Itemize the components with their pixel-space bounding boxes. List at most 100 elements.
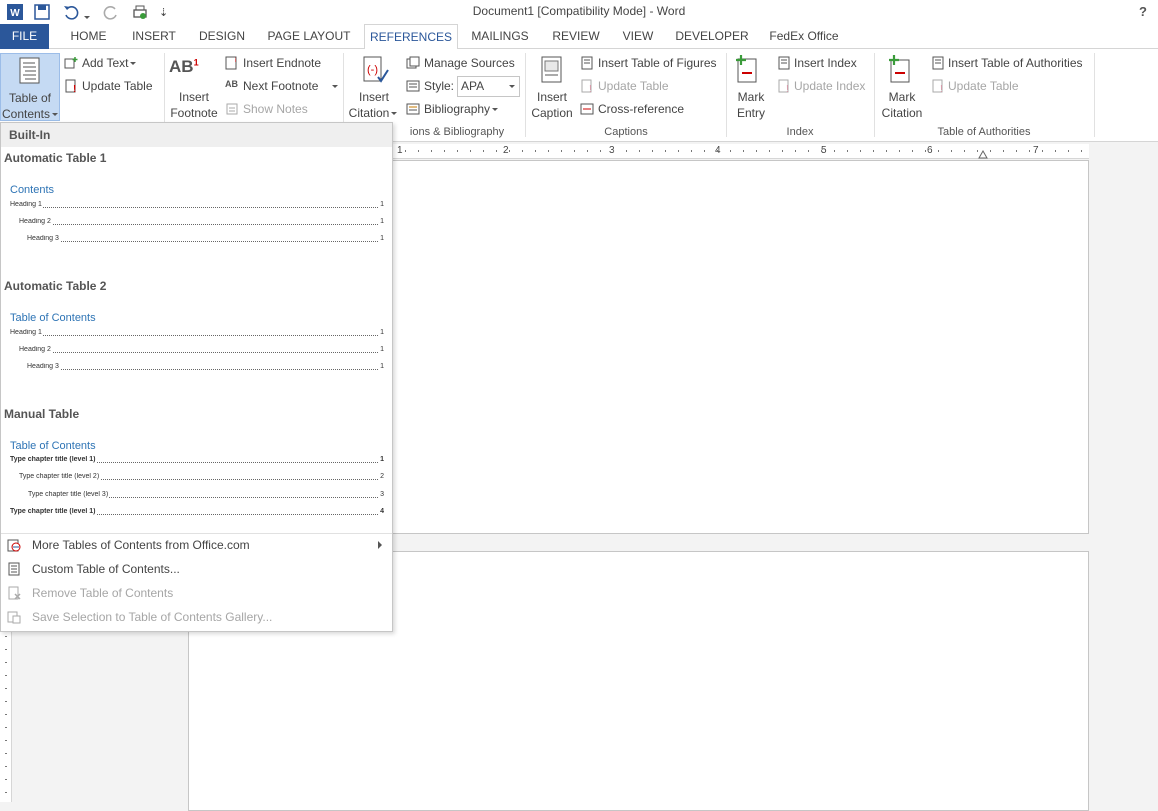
- gallery-item-automatic-table-1[interactable]: Automatic Table 1 Contents Heading 11 He…: [1, 147, 392, 273]
- insert-citation-label-2: Citation: [348, 106, 390, 120]
- ruler-tick: [5, 649, 7, 650]
- insert-caption-icon: [541, 56, 562, 83]
- ruler-tick: [600, 150, 601, 152]
- ruler-tick: [561, 150, 562, 152]
- ruler-tick: [899, 150, 900, 152]
- table-of-contents-icon: [19, 57, 40, 84]
- insert-caption-label-1[interactable]: Insert: [528, 89, 576, 105]
- mark-citation-label-1[interactable]: Mark: [876, 89, 928, 105]
- insert-index-button[interactable]: Insert Index: [794, 56, 857, 70]
- tab-fedex-office[interactable]: FedEx Office: [764, 24, 844, 49]
- tab-page-layout[interactable]: PAGE LAYOUT: [262, 24, 356, 49]
- update-table-icon: !: [65, 79, 76, 93]
- tab-file[interactable]: FILE: [0, 24, 49, 49]
- ruler-tick: [860, 150, 861, 152]
- manage-sources-button[interactable]: Manage Sources: [424, 56, 515, 70]
- tab-developer[interactable]: DEVELOPER: [672, 24, 752, 49]
- remove-table-of-contents-menu-item[interactable]: Remove Table of Contents: [1, 582, 392, 604]
- ruler-tick: [834, 150, 835, 152]
- insert-caption-label-2[interactable]: Caption: [526, 105, 578, 121]
- ruler-tick: [431, 150, 432, 152]
- tab-mailings[interactable]: MAILINGS: [464, 24, 536, 49]
- remove-toc-icon: [8, 586, 21, 600]
- toa-group-label: Table of Authorities: [937, 126, 1031, 138]
- index-group-label: Index: [786, 126, 814, 138]
- update-index-icon: !: [778, 79, 789, 93]
- show-notes-button[interactable]: Show Notes: [243, 102, 308, 116]
- gallery-section-builtin: Built-In: [1, 123, 392, 147]
- insert-endnote-button[interactable]: Insert Endnote: [243, 56, 321, 70]
- captions-update-table-button[interactable]: Update Table: [598, 79, 669, 93]
- gallery-item-manual-table[interactable]: Manual Table Table of Contents Type chap…: [1, 403, 392, 523]
- svg-text:(-): (-): [367, 64, 378, 76]
- gallery-item-automatic-table-2[interactable]: Automatic Table 2 Table of Contents Head…: [1, 275, 392, 401]
- svg-text:!: !: [73, 84, 76, 93]
- ruler-tick: [418, 150, 419, 152]
- insert-citation-label-1[interactable]: Insert: [348, 89, 400, 105]
- custom-table-of-contents-menu-item[interactable]: Custom Table of Contents...: [1, 558, 392, 580]
- ruler-tick: [444, 150, 445, 152]
- bibliography-button[interactable]: Bibliography: [424, 102, 499, 116]
- insert-table-of-authorities-button[interactable]: Insert Table of Authorities: [948, 56, 1083, 70]
- style-select[interactable]: APA: [457, 76, 520, 97]
- horizontal-ruler[interactable]: 1 2 3 4 5 6 7: [392, 144, 1089, 159]
- style-icon: [406, 80, 420, 92]
- ruler-tick: [1003, 150, 1004, 152]
- tab-insert[interactable]: INSERT: [126, 24, 182, 49]
- insert-index-icon: [778, 56, 790, 70]
- ruler-tick: [5, 792, 7, 793]
- menu-item-label: Save Selection to Table of Contents Gall…: [32, 610, 273, 624]
- tab-view[interactable]: VIEW: [616, 24, 660, 49]
- help-icon[interactable]: ?: [1139, 4, 1147, 19]
- ruler-tick: [691, 150, 692, 152]
- ruler-tick: [808, 150, 809, 152]
- vertical-ruler[interactable]: [0, 632, 12, 802]
- next-footnote-button[interactable]: Next Footnote: [243, 79, 339, 93]
- ruler-number: 2: [503, 145, 509, 156]
- insert-table-of-figures-button[interactable]: Insert Table of Figures: [598, 56, 717, 70]
- style-label: Style:: [424, 79, 455, 93]
- update-table-button[interactable]: Update Table: [82, 79, 153, 93]
- tab-design[interactable]: DESIGN: [192, 24, 252, 49]
- toc-label-2: Contents: [1, 107, 51, 121]
- ruler-tick: [1055, 150, 1056, 152]
- ruler-tick: [756, 150, 757, 152]
- ruler-tick: [587, 150, 588, 152]
- bibliography-icon: [406, 103, 420, 115]
- insert-footnote-label-1[interactable]: Insert: [166, 89, 222, 105]
- more-tables-of-contents-menu-item[interactable]: More Tables of Contents from Office.com: [1, 534, 392, 556]
- gallery-item-title: Automatic Table 1: [4, 151, 107, 165]
- toa-update-table-button[interactable]: Update Table: [948, 79, 1019, 93]
- ruler-tick: [522, 150, 523, 152]
- ruler-tick: [1016, 150, 1017, 152]
- mark-entry-label-2[interactable]: Entry: [728, 105, 774, 121]
- ruler-tick: [951, 150, 952, 152]
- toc-label-1: Table of: [8, 91, 52, 105]
- mark-citation-label-2[interactable]: Citation: [874, 105, 930, 121]
- save-selection-to-gallery-menu-item[interactable]: Save Selection to Table of Contents Gall…: [1, 606, 392, 628]
- ruler-number: 1: [397, 145, 403, 156]
- table-of-contents-gallery: Built-In Automatic Table 1 Contents Head…: [0, 122, 393, 632]
- ruler-tick: [769, 150, 770, 152]
- ruler-tick: [678, 150, 679, 152]
- style-select-value: APA: [461, 79, 485, 93]
- office-com-icon: [7, 539, 21, 552]
- title-bar: W ⇣ Document1 [Compatibility Mode] - Wor…: [0, 0, 1158, 24]
- tab-references[interactable]: REFERENCES: [364, 24, 458, 50]
- svg-text:!: !: [589, 84, 592, 93]
- ruler-tick: [665, 150, 666, 152]
- ruler-tick: [509, 150, 510, 152]
- tab-review[interactable]: REVIEW: [546, 24, 606, 49]
- ruler-tick: [925, 150, 926, 152]
- mark-entry-label-1[interactable]: Mark: [728, 89, 774, 105]
- insert-footnote-label-2[interactable]: Footnote: [166, 105, 222, 121]
- table-of-contents-button[interactable]: Table of Contents: [0, 53, 60, 121]
- update-index-button[interactable]: Update Index: [794, 79, 865, 93]
- cross-reference-icon: [580, 103, 594, 115]
- captions-group-label: Captions: [604, 126, 648, 138]
- right-indent-marker-icon[interactable]: [978, 150, 988, 159]
- add-text-button[interactable]: Add Text: [82, 56, 137, 70]
- toc-preview-line: Type chapter title (level 3) 3: [28, 491, 384, 498]
- tab-home[interactable]: HOME: [61, 24, 116, 49]
- cross-reference-button[interactable]: Cross-reference: [598, 102, 684, 116]
